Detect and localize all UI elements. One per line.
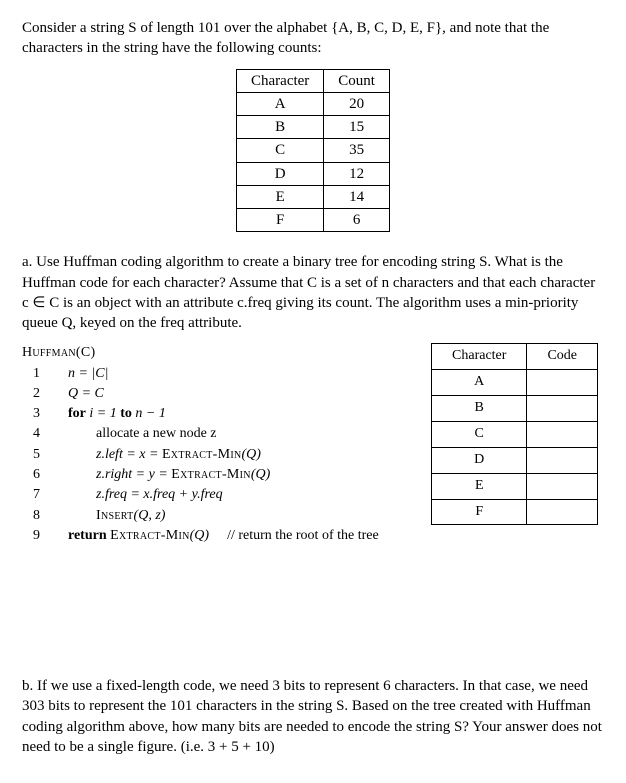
cell-code	[527, 370, 598, 396]
algo-code: Q = C	[68, 386, 104, 401]
cell-char: E	[432, 473, 527, 499]
cell-code	[527, 499, 598, 525]
cell-count: 12	[324, 162, 390, 185]
col-code: Code	[527, 344, 598, 370]
cell-char: B	[237, 116, 324, 139]
algo-code: z.left = x =	[96, 447, 162, 462]
table-row: E	[432, 473, 598, 499]
cell-count: 20	[324, 92, 390, 115]
algo-proc: Extract-Min	[162, 447, 242, 462]
table-header-row: Character Count	[237, 69, 390, 92]
cell-char: F	[432, 499, 527, 525]
character-code-table: Character Code A B C D E F	[431, 343, 598, 525]
cell-count: 35	[324, 139, 390, 162]
algo-line: 1n = |C|	[22, 364, 411, 384]
algo-line: 6z.right = y = Extract-Min(Q)	[22, 465, 411, 485]
table-row: A20	[237, 92, 390, 115]
cell-char: B	[432, 396, 527, 422]
algo-code: z.right = y =	[96, 467, 171, 482]
cell-char: E	[237, 185, 324, 208]
table-row: E14	[237, 185, 390, 208]
cell-char: A	[432, 370, 527, 396]
cell-code	[527, 447, 598, 473]
algo-line: 3for i = 1 to n − 1	[22, 404, 411, 424]
algo-proc: Extract-Min	[171, 467, 251, 482]
algo-keyword: return	[68, 528, 110, 543]
table-row: F	[432, 499, 598, 525]
table-row: F6	[237, 209, 390, 232]
algo-keyword: to	[120, 406, 132, 421]
cell-char: A	[237, 92, 324, 115]
algo-code: (Q)	[241, 447, 260, 462]
table-row: A	[432, 370, 598, 396]
algo-code: z.freq = x.freq + y.freq	[96, 487, 223, 502]
algo-proc: Insert	[96, 508, 134, 523]
algo-code: (Q, z)	[134, 508, 166, 523]
cell-code	[527, 421, 598, 447]
algo-line: 5z.left = x = Extract-Min(Q)	[22, 445, 411, 465]
part-b-text: b. If we use a fixed-length code, we nee…	[22, 676, 604, 757]
algo-line: 2Q = C	[22, 384, 411, 404]
col-count: Count	[324, 69, 390, 92]
algo-code: n = |C|	[68, 366, 108, 381]
table-row: C	[432, 421, 598, 447]
part-a-text: a. Use Huffman coding algorithm to creat…	[22, 252, 604, 333]
algo-line: 9return Extract-Min(Q)// return the root…	[22, 526, 411, 546]
cell-count: 6	[324, 209, 390, 232]
algo-proc: Extract-Min	[110, 528, 190, 543]
cell-char: D	[237, 162, 324, 185]
algo-line: 4allocate a new node z	[22, 424, 411, 444]
col-character: Character	[237, 69, 324, 92]
cell-char: D	[432, 447, 527, 473]
algo-code: n − 1	[132, 406, 166, 421]
algo-code: allocate a new node z	[96, 426, 217, 441]
intro-text: Consider a string S of length 101 over t…	[22, 18, 604, 59]
cell-char: C	[237, 139, 324, 162]
huffman-algorithm: Huffman(C) 1n = |C| 2Q = C 3for i = 1 to…	[22, 343, 411, 546]
table-row: D12	[237, 162, 390, 185]
cell-code	[527, 396, 598, 422]
cell-count: 14	[324, 185, 390, 208]
cell-char: C	[432, 421, 527, 447]
table-row: B15	[237, 116, 390, 139]
algorithm-title: Huffman(C)	[22, 343, 411, 363]
algo-line: 7z.freq = x.freq + y.freq	[22, 485, 411, 505]
cell-count: 15	[324, 116, 390, 139]
table-row: C35	[237, 139, 390, 162]
cell-code	[527, 473, 598, 499]
algo-code: (Q)	[251, 467, 270, 482]
algo-code: i = 1	[86, 406, 120, 421]
algo-keyword: for	[68, 406, 86, 421]
algo-code: (Q)	[190, 528, 209, 543]
table-row: D	[432, 447, 598, 473]
table-header-row: Character Code	[432, 344, 598, 370]
col-character: Character	[432, 344, 527, 370]
algo-comment: // return the root of the tree	[209, 528, 379, 543]
algo-line: 8Insert(Q, z)	[22, 506, 411, 526]
character-count-table: Character Count A20 B15 C35 D12 E14 F6	[236, 69, 390, 233]
cell-char: F	[237, 209, 324, 232]
table-row: B	[432, 396, 598, 422]
